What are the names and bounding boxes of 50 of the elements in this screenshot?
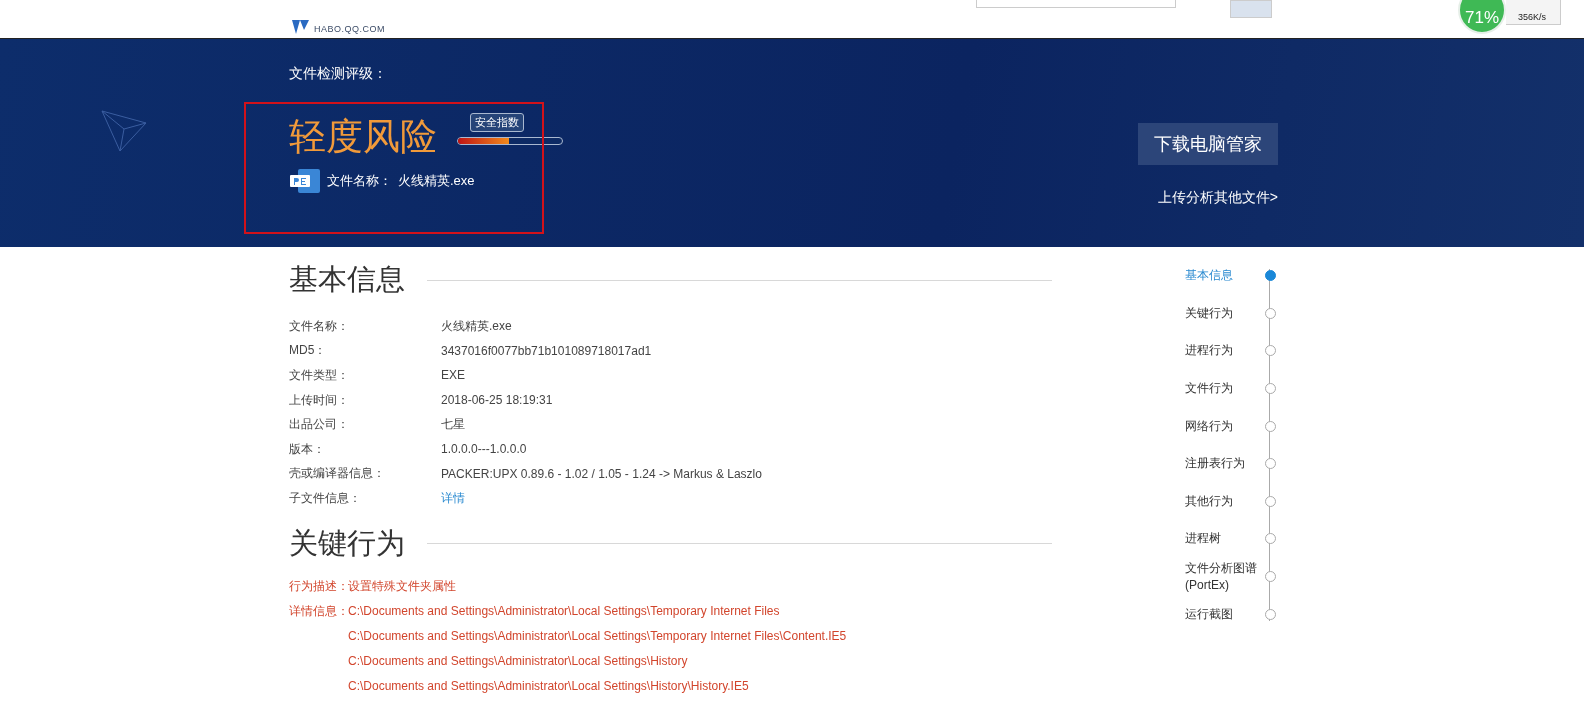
nav-link[interactable]: 进程树 — [1185, 530, 1263, 548]
logo-icon — [290, 20, 310, 34]
nav-link[interactable]: 网络行为 — [1185, 417, 1263, 435]
search-field[interactable] — [976, 0, 1176, 8]
details-label: 详情信息： — [289, 602, 348, 620]
nav-link[interactable]: 注册表行为 — [1185, 455, 1263, 473]
risk-level: 轻度风险 — [289, 115, 437, 159]
nav-link[interactable]: 进程行为 — [1185, 342, 1263, 360]
info-label: 出品公司： — [289, 416, 350, 434]
cpu-meter: 71% — [1458, 0, 1506, 34]
info-label: 文件名称： — [289, 317, 350, 335]
pe-file-icon — [289, 169, 321, 193]
info-value: 1.0.0.0---1.0.0.0 — [441, 442, 527, 457]
path-text: C:\Documents and Settings\Administrator\Local Settings\Temporary Internet Files\Content.IE5 — [348, 629, 847, 644]
nav-link[interactable]: 其他行为 — [1185, 492, 1263, 510]
info-label: 子文件信息： — [289, 489, 362, 507]
info-value: 2018-06-25 18:19:31 — [441, 393, 553, 408]
avatar-placeholder — [1230, 0, 1272, 18]
path-text: C:\Documents and Settings\Administrator\Local Settings\Temporary Internet Files — [348, 604, 780, 619]
site-domain: HABO.QQ.COM — [314, 24, 385, 34]
info-label: 版本： — [289, 440, 326, 458]
info-label: 上传时间： — [289, 391, 350, 409]
nav-dot — [1265, 270, 1276, 282]
file-name: 火线精英.exe — [398, 172, 475, 190]
info-label: 文件类型： — [289, 367, 350, 384]
section-title: 基本信息 — [289, 262, 405, 297]
nav-link[interactable]: 文件分析图谱(PortEx) — [1185, 559, 1263, 594]
nav-link[interactable]: 文件行为 — [1185, 380, 1263, 398]
net-speed: 356K/s — [1506, 0, 1562, 25]
download-button[interactable]: 下载电脑管家 — [1138, 123, 1278, 165]
info-value: 七星 — [441, 416, 465, 434]
behavior-label: 行为描述： — [289, 577, 348, 595]
nav-link[interactable]: 基本信息 — [1185, 267, 1263, 285]
file-name-label: 文件名称： — [327, 172, 392, 190]
info-value: 火线精英.exe — [441, 317, 512, 335]
info-label: 壳或编译器信息： — [289, 465, 386, 483]
meter-tooltip: 安全指数 — [470, 113, 524, 132]
section-title: 关键行为 — [289, 525, 405, 561]
info-value: PACKER:UPX 0.89.6 - 1.02 / 1.05 - 1.24 -> Markus & Laszlo — [441, 466, 762, 481]
behavior-description: 设置特殊文件夹属性 — [348, 577, 456, 595]
nav-link[interactable]: 运行截图 — [1185, 605, 1263, 623]
info-label: MD5： — [289, 342, 328, 360]
upload-link[interactable]: 上传分析其他文件> — [1157, 189, 1278, 207]
path-text: C:\Documents and Settings\Administrator\Local Settings\History — [348, 654, 688, 669]
info-value: 3437016f0077bb71b101089718017ad1 — [441, 343, 652, 358]
path-text: C:\Documents and Settings\Administrator\Local Settings\History\History.IE5 — [348, 679, 749, 694]
details-link[interactable]: 详情 — [441, 489, 465, 507]
info-value: EXE — [441, 368, 465, 383]
nav-link[interactable]: 关键行为 — [1185, 304, 1263, 322]
rating-label: 文件检测评级： — [289, 65, 388, 83]
